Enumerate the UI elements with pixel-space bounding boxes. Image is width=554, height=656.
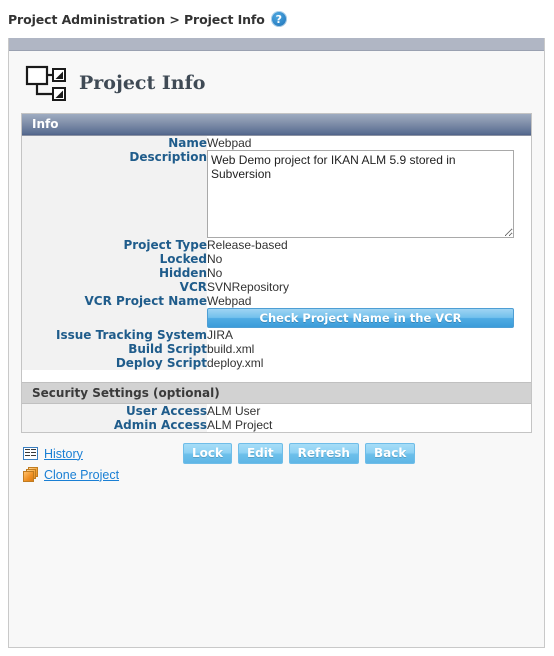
info-table-container: Info Name Webpad Description Project Typ…: [21, 113, 532, 433]
value-check-vcr-cell: Check Project Name in the VCR: [207, 308, 531, 328]
back-button[interactable]: Back: [364, 443, 416, 464]
table-row-description: Description: [22, 150, 531, 238]
project-hierarchy-icon: [25, 63, 67, 103]
table-row-issue-tracking-system: Issue Tracking System JIRA: [22, 328, 531, 342]
value-user-access: ALM User: [207, 404, 531, 418]
lock-button[interactable]: Lock: [183, 443, 232, 464]
history-link[interactable]: History: [44, 447, 83, 461]
check-project-name-in-vcr-button[interactable]: Check Project Name in the VCR: [207, 308, 514, 328]
value-project-type: Release-based: [207, 238, 531, 252]
footer-actions: History Clone Project Lock Edit Refresh …: [21, 443, 532, 495]
label-issue-tracking-system: Issue Tracking System: [22, 328, 207, 342]
value-issue-tracking-system: JIRA: [207, 328, 531, 342]
table-row-admin-access: Admin Access ALM Project: [22, 418, 531, 432]
table-row-name: Name Webpad: [22, 136, 531, 150]
label-description: Description: [22, 150, 207, 238]
table-row-project-type: Project Type Release-based: [22, 238, 531, 252]
action-button-group: Lock Edit Refresh Back: [183, 443, 416, 464]
breadcrumb-text: Project Administration > Project Info: [8, 11, 265, 27]
page-header: Project Info: [9, 51, 544, 113]
value-description-cell: [207, 150, 531, 238]
footer-links: History Clone Project: [23, 443, 119, 485]
section-header-info: Info: [22, 114, 531, 136]
table-row-vcr: VCR SVNRepository: [22, 280, 531, 294]
clone-project-link-row[interactable]: Clone Project: [23, 464, 119, 485]
refresh-button[interactable]: Refresh: [288, 443, 359, 464]
label-name: Name: [22, 136, 207, 150]
table-row-build-script: Build Script build.xml: [22, 342, 531, 356]
clone-icon: [23, 467, 38, 482]
breadcrumb: Project Administration > Project Info ?: [0, 0, 554, 30]
label-locked: Locked: [22, 252, 207, 266]
info-table: Name Webpad Description Project Type Rel…: [22, 136, 531, 382]
section-header-security-settings: Security Settings (optional): [22, 382, 531, 404]
table-row-spacer: [22, 370, 531, 382]
value-admin-access: ALM Project: [207, 418, 531, 432]
security-table: User Access ALM User Admin Access ALM Pr…: [22, 404, 531, 432]
content-panel: Project Info Info Name Webpad Descriptio…: [8, 38, 545, 648]
label-vcr-project-name: VCR Project Name: [22, 294, 207, 308]
label-vcr: VCR: [22, 280, 207, 294]
page-title: Project Info: [79, 72, 206, 94]
description-textarea[interactable]: [207, 150, 514, 238]
label-user-access: User Access: [22, 404, 207, 418]
table-row-hidden: Hidden No: [22, 266, 531, 280]
value-vcr-project-name: Webpad: [207, 294, 531, 308]
value-name: Webpad: [207, 136, 531, 150]
edit-button[interactable]: Edit: [237, 443, 283, 464]
history-link-row[interactable]: History: [23, 443, 119, 464]
panel-top-bar: [9, 38, 544, 51]
clone-project-link[interactable]: Clone Project: [44, 468, 119, 482]
history-icon: [23, 447, 38, 460]
help-icon[interactable]: ?: [270, 11, 287, 27]
value-hidden: No: [207, 266, 531, 280]
label-build-script: Build Script: [22, 342, 207, 356]
label-check-vcr-empty: [22, 308, 207, 328]
table-row-user-access: User Access ALM User: [22, 404, 531, 418]
label-project-type: Project Type: [22, 238, 207, 252]
table-row-deploy-script: Deploy Script deploy.xml: [22, 356, 531, 370]
label-hidden: Hidden: [22, 266, 207, 280]
table-row-check-vcr: Check Project Name in the VCR: [22, 308, 531, 328]
label-deploy-script: Deploy Script: [22, 356, 207, 370]
table-row-vcr-project-name: VCR Project Name Webpad: [22, 294, 531, 308]
value-build-script: build.xml: [207, 342, 531, 356]
table-row-locked: Locked No: [22, 252, 531, 266]
value-deploy-script: deploy.xml: [207, 356, 531, 370]
label-admin-access: Admin Access: [22, 418, 207, 432]
value-locked: No: [207, 252, 531, 266]
value-vcr: SVNRepository: [207, 280, 531, 294]
